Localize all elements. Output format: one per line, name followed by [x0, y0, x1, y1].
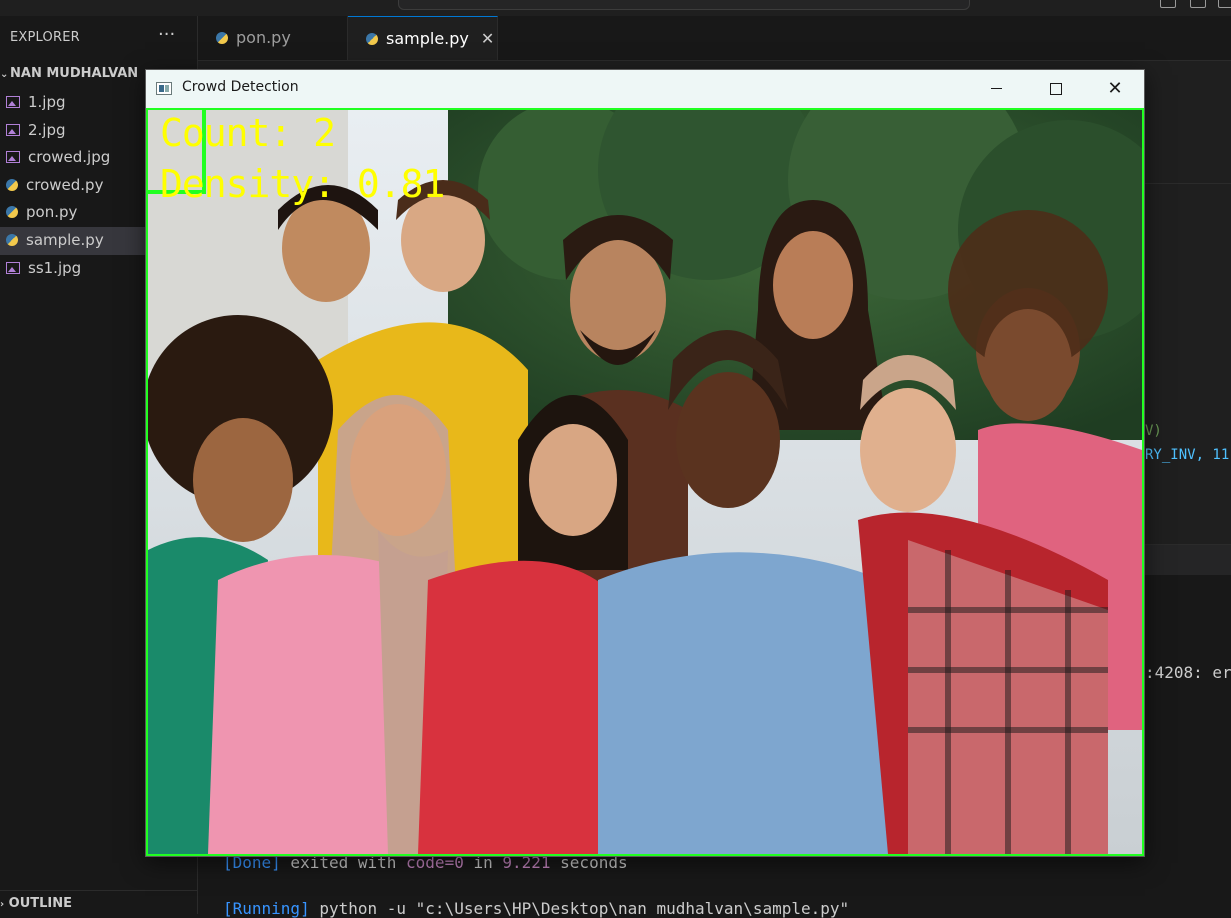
- chevron-down-icon: ⌄: [0, 69, 9, 80]
- file-label: crowed.jpg: [28, 148, 111, 167]
- file-label: 2.jpg: [28, 120, 66, 139]
- crowd-detection-window[interactable]: Crowd Detection ✕ Count: 2 Density: 0.81: [145, 69, 1145, 857]
- tab-pon-py[interactable]: pon.py: [198, 16, 348, 60]
- detection-image-canvas: Count: 2 Density: 0.81: [146, 108, 1144, 856]
- file-label: 1.jpg: [28, 93, 66, 111]
- file-label: crowed.py: [26, 175, 104, 194]
- python-file-icon: [6, 233, 18, 246]
- code-fragment: RY_INV, 11: [1145, 447, 1230, 463]
- tab-label: sample.py: [386, 29, 469, 48]
- window-title-bar[interactable]: Crowd Detection ✕: [146, 70, 1144, 108]
- editor-tabs: pon.py sample.py ✕: [198, 16, 1231, 61]
- image-file-icon: [6, 151, 20, 164]
- file-label: pon.py: [26, 203, 78, 222]
- command-center-search[interactable]: [398, 0, 970, 10]
- count-label: Count: 2: [160, 111, 336, 155]
- terminal-running-line: [Running] python -u "c:\Users\HP\Desktop…: [223, 899, 849, 918]
- explorer-title: EXPLORER: [10, 30, 80, 45]
- python-file-icon: [6, 206, 18, 219]
- layout-toggle-icon[interactable]: [1218, 0, 1231, 8]
- folder-label: NAN MUDHALVAN: [10, 66, 139, 81]
- image-file-icon: [6, 261, 20, 274]
- editor-divider: [1144, 183, 1231, 184]
- density-label: Density: 0.81: [160, 162, 445, 206]
- chevron-right-icon: ›: [0, 899, 5, 910]
- tab-label: pon.py: [236, 28, 291, 47]
- tab-sample-py[interactable]: sample.py ✕: [348, 16, 498, 60]
- python-file-icon: [366, 33, 378, 45]
- close-button[interactable]: ✕: [1086, 70, 1144, 108]
- running-prefix: [Running]: [223, 899, 310, 918]
- outline-label: OUTLINE: [8, 896, 73, 911]
- layout-toggle-icon[interactable]: [1190, 0, 1206, 8]
- workspace-folder[interactable]: ⌄ NAN MUDHALVAN: [0, 66, 138, 81]
- python-file-icon: [216, 32, 228, 44]
- file-label: ss1.jpg: [28, 258, 82, 277]
- running-command: python -u "c:\Users\HP\Desktop\nan mudha…: [309, 899, 850, 918]
- window-title: Crowd Detection: [182, 79, 299, 95]
- more-actions-icon[interactable]: ···: [158, 24, 175, 45]
- layout-toggle-icon[interactable]: [1160, 0, 1176, 8]
- python-file-icon: [6, 178, 18, 191]
- code-fragment: V): [1145, 423, 1162, 439]
- app-window-icon: [156, 82, 172, 95]
- image-file-icon: [6, 123, 20, 136]
- image-file-icon: [6, 96, 20, 108]
- terminal-error-fragment: :4208: er: [1145, 663, 1231, 682]
- file-label: sample.py: [26, 230, 104, 249]
- outline-section[interactable]: › OUTLINE: [0, 890, 197, 915]
- maximize-button[interactable]: [1026, 70, 1084, 108]
- minimize-button[interactable]: [968, 70, 1026, 108]
- close-icon[interactable]: ✕: [481, 17, 494, 61]
- vscode-title-bar: [0, 0, 1231, 16]
- crowd-photo: [148, 110, 1142, 854]
